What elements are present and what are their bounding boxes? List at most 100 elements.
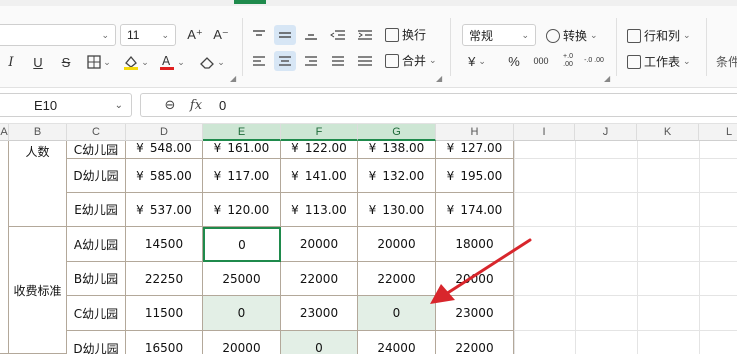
- justify-button[interactable]: [327, 52, 349, 70]
- currency-cell[interactable]: ¥117.00: [203, 159, 281, 193]
- currency-cell[interactable]: ¥122.00: [281, 141, 358, 159]
- fee-cell[interactable]: 23000: [436, 296, 514, 331]
- distributed-button[interactable]: [354, 52, 376, 70]
- font-size-dropdown[interactable]: 11 ⌄: [120, 24, 176, 46]
- decrease-decimal-button[interactable]: -.0 .00: [584, 50, 604, 72]
- formula-input[interactable]: 0: [219, 98, 226, 113]
- column-header-k[interactable]: K: [637, 124, 699, 141]
- thousands-separator-button[interactable]: 000: [530, 52, 552, 70]
- row-name-cell[interactable]: C幼儿园: [67, 296, 126, 331]
- currency-button[interactable]: ¥ ⌄: [463, 52, 491, 70]
- currency-cell[interactable]: ¥537.00: [126, 193, 203, 227]
- font-name-dropdown[interactable]: ⌄: [0, 24, 116, 46]
- currency-cell[interactable]: ¥130.00: [358, 193, 436, 227]
- align-left-button[interactable]: [249, 52, 269, 70]
- fee-cell[interactable]: 11500: [126, 296, 203, 331]
- percent-button[interactable]: %: [505, 52, 523, 70]
- fee-cell[interactable]: 22000: [358, 262, 436, 296]
- column-header-g[interactable]: G: [358, 124, 436, 141]
- currency-cell[interactable]: ¥174.00: [436, 193, 514, 227]
- convert-button[interactable]: 转换 ⌄: [546, 27, 598, 44]
- gridline: [513, 226, 737, 227]
- align-bottom-button[interactable]: [301, 26, 321, 44]
- fee-cell[interactable]: 25000: [203, 262, 281, 296]
- align-right-button[interactable]: [301, 52, 321, 70]
- insert-function-button[interactable]: fx: [183, 98, 209, 113]
- merged-label-count[interactable]: 人数: [9, 141, 67, 227]
- number-format-dropdown[interactable]: 常规 ⌄: [462, 24, 536, 46]
- increase-indent-button[interactable]: [354, 26, 376, 44]
- fee-cell[interactable]: 22000: [436, 331, 514, 354]
- fee-cell[interactable]: 20000: [358, 227, 436, 262]
- worksheet-button[interactable]: 工作表 ⌄: [627, 53, 691, 70]
- currency-cell[interactable]: ¥141.00: [281, 159, 358, 193]
- cell-a-column[interactable]: [0, 141, 9, 354]
- currency-value: 127.00: [460, 141, 503, 155]
- column-header-b[interactable]: B: [9, 124, 67, 141]
- fee-cell[interactable]: 14500: [126, 227, 203, 262]
- currency-cell[interactable]: ¥548.00: [126, 141, 203, 159]
- fee-cell[interactable]: 22000: [281, 262, 358, 296]
- italic-button[interactable]: I: [2, 51, 20, 73]
- wrap-text-button[interactable]: 换行: [385, 26, 426, 43]
- decrease-indent-button[interactable]: [327, 26, 349, 44]
- fee-cell[interactable]: 20000: [281, 227, 358, 262]
- column-header-f[interactable]: F: [281, 124, 358, 141]
- currency-cell[interactable]: ¥585.00: [126, 159, 203, 193]
- fee-cell[interactable]: 0: [358, 296, 436, 331]
- column-header-a[interactable]: A: [0, 124, 9, 141]
- currency-cell[interactable]: ¥132.00: [358, 159, 436, 193]
- currency-cell[interactable]: ¥127.00: [436, 141, 514, 159]
- currency-cell[interactable]: ¥120.00: [203, 193, 281, 227]
- align-middle-button[interactable]: [274, 25, 296, 45]
- font-color-button[interactable]: A ⌄: [156, 51, 188, 73]
- fee-cell[interactable]: 23000: [281, 296, 358, 331]
- fee-cell[interactable]: 22250: [126, 262, 203, 296]
- fee-cell[interactable]: 20000: [436, 262, 514, 296]
- column-header-h[interactable]: H: [436, 124, 514, 141]
- fee-cell[interactable]: 0: [281, 331, 358, 354]
- row-name-cell[interactable]: E幼儿园: [67, 193, 126, 227]
- currency-cell[interactable]: ¥161.00: [203, 141, 281, 159]
- align-center-button[interactable]: [274, 51, 296, 71]
- clear-format-button[interactable]: ⌄: [196, 51, 228, 73]
- merged-label-fee[interactable]: 收费标准: [9, 227, 67, 354]
- rows-cols-button[interactable]: 行和列 ⌄: [627, 27, 691, 44]
- increase-font-button[interactable]: A⁺: [184, 24, 206, 46]
- row-name-cell[interactable]: D幼儿园: [67, 331, 126, 354]
- row-name-cell[interactable]: D幼儿园: [67, 159, 126, 193]
- fee-cell[interactable]: 24000: [358, 331, 436, 354]
- fee-cell[interactable]: 20000: [203, 331, 281, 354]
- increase-decimal-button[interactable]: +.0 .00: [558, 50, 578, 72]
- currency-cell[interactable]: ¥195.00: [436, 159, 514, 193]
- currency-cell[interactable]: ¥113.00: [281, 193, 358, 227]
- fee-cell[interactable]: 16500: [126, 331, 203, 354]
- fee-cell[interactable]: 0: [203, 296, 281, 331]
- active-cell[interactable]: 0: [203, 227, 281, 262]
- column-header-i[interactable]: I: [514, 124, 575, 141]
- align-top-button[interactable]: [249, 26, 269, 44]
- column-header-c[interactable]: C: [67, 124, 126, 141]
- decrease-font-button[interactable]: A⁻: [210, 24, 232, 46]
- number-dialog-launcher-icon[interactable]: ◢: [604, 74, 610, 83]
- font-dialog-launcher-icon[interactable]: ◢: [230, 74, 236, 83]
- column-header-l[interactable]: L: [699, 124, 737, 141]
- merge-button[interactable]: 合并 ⌄: [385, 52, 437, 69]
- borders-button[interactable]: ⌄: [84, 51, 114, 73]
- column-header-j[interactable]: J: [575, 124, 637, 141]
- zoom-search-icon[interactable]: ⊖: [157, 97, 183, 113]
- row-name-cell[interactable]: C幼儿园: [67, 141, 126, 159]
- row-name-cell[interactable]: B幼儿园: [67, 262, 126, 296]
- fee-cell[interactable]: 18000: [436, 227, 514, 262]
- distributed-icon: [358, 56, 372, 66]
- underline-button[interactable]: U: [28, 51, 48, 73]
- fill-color-button[interactable]: ⌄: [120, 51, 152, 73]
- conditional-format-button[interactable]: 条件: [716, 53, 737, 70]
- column-header-d[interactable]: D: [126, 124, 203, 141]
- currency-cell[interactable]: ¥138.00: [358, 141, 436, 159]
- column-header-e[interactable]: E: [203, 124, 281, 141]
- name-box[interactable]: E10 ⌄: [0, 93, 132, 117]
- strikethrough-button[interactable]: S: [56, 51, 76, 73]
- row-name-cell[interactable]: A幼儿园: [67, 227, 126, 262]
- alignment-dialog-launcher-icon[interactable]: ◢: [436, 74, 442, 83]
